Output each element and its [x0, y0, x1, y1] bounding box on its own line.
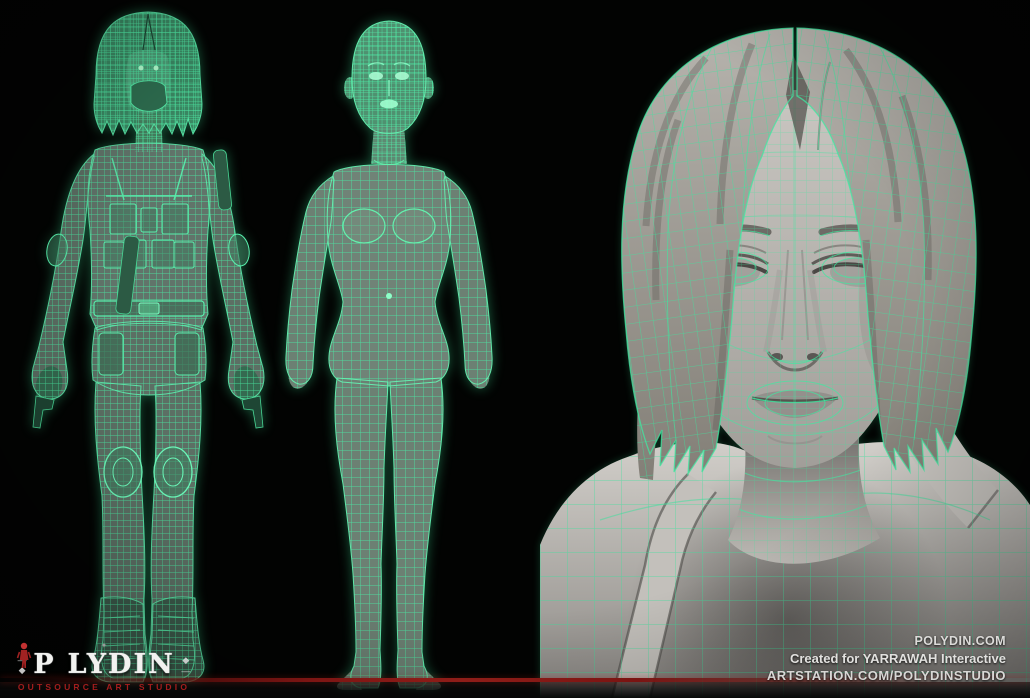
figure-basebody-front [280, 15, 500, 695]
figure-head-closeup [540, 20, 1030, 698]
figure-clothed-front [20, 5, 280, 695]
artwork-canvas: ✦ —◆ P LYDIN ◆— OUTSOURCE ART STUDIO POL… [0, 0, 1030, 698]
wireframe-render [0, 0, 1030, 698]
credit-artstation: ARTSTATION.COM/POLYDINSTUDIO [767, 667, 1006, 684]
credit-website: POLYDIN.COM [767, 633, 1006, 650]
ornament-right-icon: ◆— [180, 655, 192, 676]
logo-text-prefix: P [33, 650, 55, 680]
logo-tagline: OUTSOURCE ART STUDIO [16, 682, 192, 692]
polydin-logo: ✦ —◆ P LYDIN ◆— OUTSOURCE ART STUDIO [16, 642, 192, 692]
credits-block: POLYDIN.COM Created for YARRAWAH Interac… [767, 633, 1006, 684]
logo-text-suffix: LYDIN [68, 650, 175, 680]
credit-client: Created for YARRAWAH Interactive [767, 650, 1006, 667]
